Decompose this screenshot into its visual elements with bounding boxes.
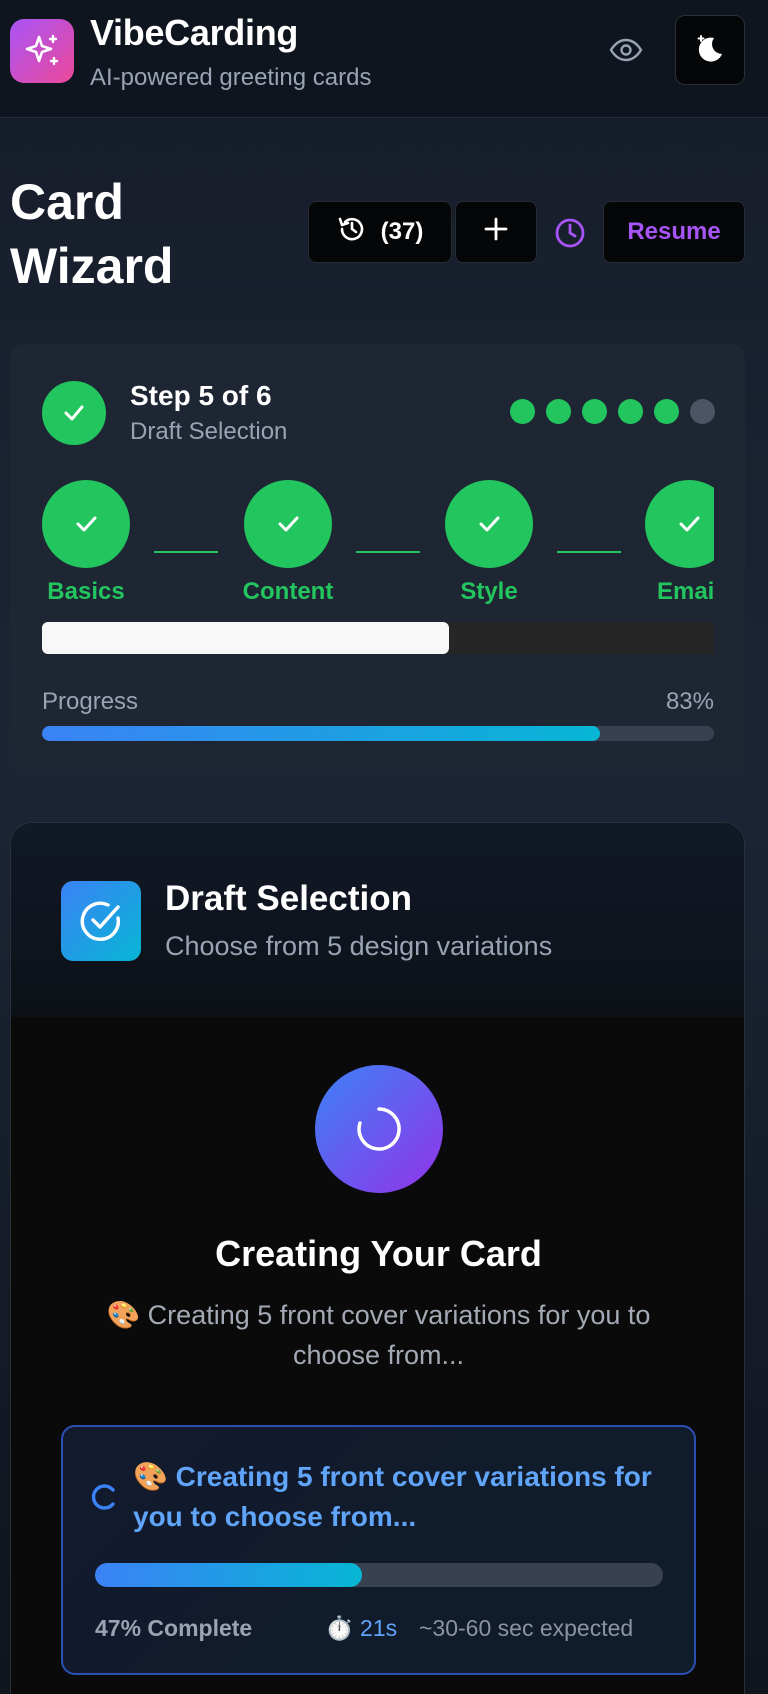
step-basics-label: Basics [47,578,125,605]
app-header: VibeCarding AI-powered greeting cards [0,0,768,118]
history-button[interactable]: (37) [308,201,452,263]
plus-icon [483,216,509,249]
step-dot [618,399,643,424]
clock-icon[interactable] [550,213,590,253]
loading-spinner-icon [315,1065,443,1193]
progress-bar-fill [42,726,600,741]
step-dot [510,399,535,424]
history-icon [337,214,367,251]
progress-percent: 83% [665,688,714,715]
page-title: Card Wizard [10,170,173,298]
step-content-label: Content [242,578,334,605]
page-title-line-1: Card [10,174,124,230]
step-dot [690,399,715,424]
eye-icon[interactable] [604,28,648,72]
step-connector [154,551,218,553]
progress-label: Progress [42,688,139,715]
status-message: 🎨 Creating 5 front cover variations for … [133,1461,652,1532]
creating-title: Creating Your Card [215,1233,542,1274]
step-style-check[interactable] [445,480,533,568]
percent-complete: 47% Complete [95,1615,253,1641]
draft-subtitle: Choose from 5 design variations [165,931,553,961]
elapsed-time: ⏱️ 21s [325,1615,398,1641]
new-card-button[interactable] [455,201,537,263]
step-content-check[interactable] [244,480,332,568]
progress-bar [42,726,714,741]
step-dots [510,399,715,424]
step-email-check[interactable] [645,480,714,568]
step-dot [582,399,607,424]
step-connector [557,551,621,553]
stepper[interactable]: Basics Content Style Email [42,478,714,610]
resume-button[interactable]: Resume [603,201,745,263]
sparkles-icon[interactable] [10,19,74,83]
step-dot [654,399,679,424]
generation-progress-fill [95,1563,362,1587]
step-email-label: Email [656,578,714,605]
small-spinner-icon [89,1481,121,1513]
step-progress-card: Step 5 of 6 Draft Selection Basics Conte… [10,344,745,774]
brand-subtitle: AI-powered greeting cards [90,64,372,91]
generation-progress-bar [95,1563,663,1587]
theme-toggle-button[interactable] [675,15,745,85]
expected-duration: ~30-60 sec expected [419,1615,634,1641]
page-title-line-2: Wizard [10,238,174,294]
draft-title: Draft Selection [165,879,412,918]
check-icon [42,381,106,445]
moon-stars-icon [692,30,728,71]
generation-status-box: 🎨 Creating 5 front cover variations for … [61,1425,696,1675]
scrollbar-thumb[interactable] [42,622,449,654]
stepper-scrollbar[interactable] [42,622,714,654]
history-count: (37) [380,218,424,245]
step-basics-check[interactable] [42,480,130,568]
step-title: Step 5 of 6 [130,380,272,411]
brand-title: VibeCarding [90,12,299,53]
creating-description: 🎨 Creating 5 front cover variations for … [106,1300,651,1370]
check-circle-icon [61,881,141,961]
step-subtitle: Draft Selection [130,418,288,445]
draft-selection-panel: Draft Selection Choose from 5 design var… [10,822,745,1694]
step-style-label: Style [460,578,518,605]
draft-panel-header: Draft Selection Choose from 5 design var… [11,823,744,1017]
step-dot [546,399,571,424]
step-connector [356,551,420,553]
